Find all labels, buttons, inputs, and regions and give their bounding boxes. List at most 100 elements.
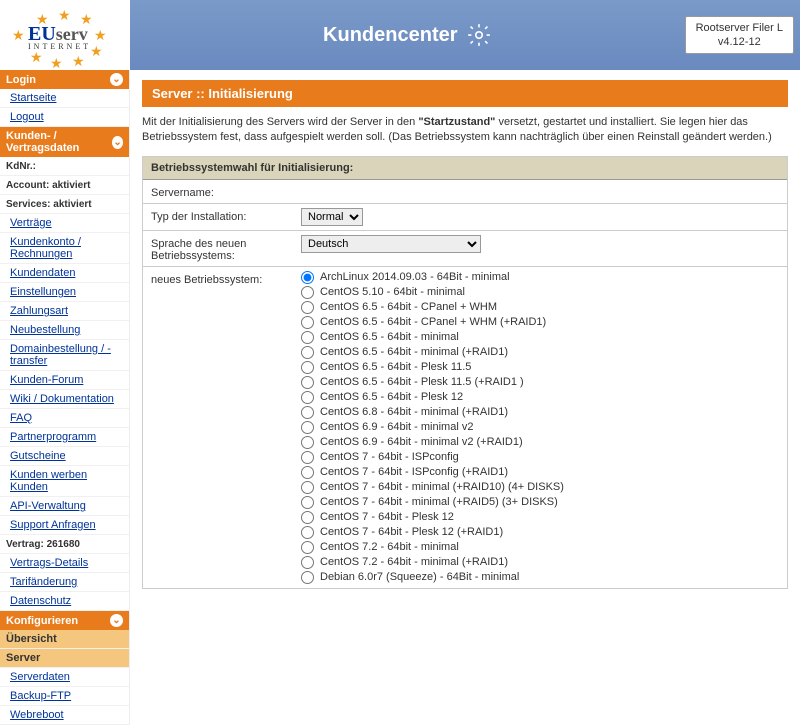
sidebar-active-item[interactable]: Server <box>0 649 129 668</box>
os-radio[interactable] <box>301 421 314 434</box>
os-radio[interactable] <box>301 556 314 569</box>
os-option[interactable]: CentOS 5.10 - 64bit - minimal <box>301 286 779 299</box>
os-radio[interactable] <box>301 286 314 299</box>
os-panel: Betriebssystemwahl für Initialisierung: … <box>142 156 788 589</box>
server-product: Rootserver Filer L <box>696 21 783 35</box>
row-os: neues Betriebssystem: ArchLinux 2014.09.… <box>143 267 787 588</box>
sidebar-link[interactable]: FAQ <box>0 409 129 428</box>
os-list: ArchLinux 2014.09.03 - 64Bit - minimal Ce… <box>301 271 779 584</box>
collapse-icon[interactable]: ⌄ <box>110 73 123 86</box>
intro-text: Mit der Initialisierung des Servers wird… <box>142 115 788 146</box>
os-radio[interactable] <box>301 301 314 314</box>
sidebar-link[interactable]: Gutscheine <box>0 447 129 466</box>
sidebar-section-header[interactable]: Kunden- / Vertragsdaten⌄ <box>0 127 129 157</box>
header-title-text: Kundencenter <box>323 24 457 47</box>
logo[interactable]: ★ ★ ★ ★ ★ ★ ★ ★ ★ EUserv INTERNET <box>0 0 130 70</box>
lang-select[interactable]: Deutsch <box>301 235 481 253</box>
sidebar-link[interactable]: Support Anfragen <box>0 516 129 535</box>
os-option[interactable]: CentOS 6.5 - 64bit - minimal <box>301 331 779 344</box>
os-radio[interactable] <box>301 496 314 509</box>
os-radio[interactable] <box>301 391 314 404</box>
os-option-label: CentOS 6.5 - 64bit - Plesk 11.5 <box>320 361 471 373</box>
os-option[interactable]: CentOS 6.5 - 64bit - CPanel + WHM <box>301 301 779 314</box>
os-option-label: CentOS 6.5 - 64bit - CPanel + WHM (+RAID… <box>320 316 546 328</box>
main-content: Server :: Initialisierung Mit der Initia… <box>130 70 800 725</box>
sidebar-link[interactable]: Kundenkonto / Rechnungen <box>0 233 129 264</box>
sidebar-section-header[interactable]: Konfigurieren⌄ <box>0 611 129 630</box>
os-radio[interactable] <box>301 541 314 554</box>
sidebar-link[interactable]: Logout <box>0 108 129 127</box>
os-option[interactable]: CentOS 7 - 64bit - ISPconfig (+RAID1) <box>301 466 779 479</box>
os-option[interactable]: CentOS 7.2 - 64bit - minimal (+RAID1) <box>301 556 779 569</box>
sidebar-active-item[interactable]: Übersicht <box>0 630 129 649</box>
os-option[interactable]: CentOS 6.5 - 64bit - minimal (+RAID1) <box>301 346 779 359</box>
os-radio[interactable] <box>301 466 314 479</box>
sidebar-link[interactable]: Serverdaten <box>0 668 129 687</box>
sidebar-link[interactable]: API-Verwaltung <box>0 497 129 516</box>
os-option[interactable]: CentOS 6.5 - 64bit - CPanel + WHM (+RAID… <box>301 316 779 329</box>
header-title: Kundencenter <box>130 22 685 48</box>
os-option[interactable]: CentOS 7 - 64bit - ISPconfig <box>301 451 779 464</box>
sidebar-link[interactable]: Einstellungen <box>0 283 129 302</box>
sidebar-link[interactable]: Neubestellung <box>0 321 129 340</box>
sidebar-info: KdNr.: <box>0 157 129 176</box>
header: ★ ★ ★ ★ ★ ★ ★ ★ ★ EUserv INTERNET Kunden… <box>0 0 800 70</box>
sidebar-info: Account: aktiviert <box>0 176 129 195</box>
os-radio[interactable] <box>301 376 314 389</box>
os-option-label: CentOS 6.5 - 64bit - minimal (+RAID1) <box>320 346 508 358</box>
os-radio[interactable] <box>301 271 314 284</box>
os-option[interactable]: CentOS 6.5 - 64bit - Plesk 12 <box>301 391 779 404</box>
sidebar-link[interactable]: Zahlungsart <box>0 302 129 321</box>
os-option-label: CentOS 7 - 64bit - minimal (+RAID5) (3+ … <box>320 496 558 508</box>
os-radio[interactable] <box>301 316 314 329</box>
collapse-icon[interactable]: ⌄ <box>110 614 123 627</box>
os-option-label: CentOS 6.5 - 64bit - CPanel + WHM <box>320 301 497 313</box>
os-option[interactable]: CentOS 7 - 64bit - minimal (+RAID5) (3+ … <box>301 496 779 509</box>
os-option-label: CentOS 6.8 - 64bit - minimal (+RAID1) <box>320 406 508 418</box>
os-radio[interactable] <box>301 406 314 419</box>
sidebar-link[interactable]: Kunden-Forum <box>0 371 129 390</box>
os-option[interactable]: CentOS 6.5 - 64bit - Plesk 11.5 (+RAID1 … <box>301 376 779 389</box>
os-option-label: CentOS 7.2 - 64bit - minimal <box>320 541 459 553</box>
os-option[interactable]: CentOS 7 - 64bit - Plesk 12 <box>301 511 779 524</box>
page-title: Server :: Initialisierung <box>142 80 788 107</box>
os-option[interactable]: ArchLinux 2014.09.03 - 64Bit - minimal <box>301 271 779 284</box>
os-option[interactable]: CentOS 6.9 - 64bit - minimal v2 <box>301 421 779 434</box>
sidebar-link[interactable]: Backup-FTP <box>0 687 129 706</box>
sidebar-link[interactable]: Datenschutz <box>0 592 129 611</box>
os-option[interactable]: CentOS 6.5 - 64bit - Plesk 11.5 <box>301 361 779 374</box>
sidebar-link[interactable]: Kunden werben Kunden <box>0 466 129 497</box>
sidebar-link[interactable]: Domainbestellung / -transfer <box>0 340 129 371</box>
sidebar-section-header[interactable]: Login⌄ <box>0 70 129 89</box>
sidebar: Login⌄StartseiteLogoutKunden- / Vertrags… <box>0 70 130 725</box>
os-radio[interactable] <box>301 571 314 584</box>
sidebar-link[interactable]: Webreboot <box>0 706 129 725</box>
os-radio[interactable] <box>301 361 314 374</box>
sidebar-link[interactable]: Kundendaten <box>0 264 129 283</box>
os-radio[interactable] <box>301 346 314 359</box>
os-radio[interactable] <box>301 481 314 494</box>
sidebar-link[interactable]: Vertrags-Details <box>0 554 129 573</box>
os-radio[interactable] <box>301 331 314 344</box>
os-option-label: CentOS 7 - 64bit - minimal (+RAID10) (4+… <box>320 481 564 493</box>
intro-pre: Mit der Initialisierung des Servers wird… <box>142 116 418 128</box>
logo-text-3: INTERNET <box>28 42 91 51</box>
os-option[interactable]: Debian 6.0r7 (Squeeze) - 64Bit - minimal <box>301 571 779 584</box>
os-radio[interactable] <box>301 511 314 524</box>
sidebar-link[interactable]: Partnerprogramm <box>0 428 129 447</box>
os-option[interactable]: CentOS 7 - 64bit - Plesk 12 (+RAID1) <box>301 526 779 539</box>
os-radio[interactable] <box>301 451 314 464</box>
collapse-icon[interactable]: ⌄ <box>112 136 123 149</box>
installtype-select[interactable]: Normal <box>301 208 363 226</box>
os-radio[interactable] <box>301 436 314 449</box>
os-radio[interactable] <box>301 526 314 539</box>
sidebar-link[interactable]: Verträge <box>0 214 129 233</box>
sidebar-link[interactable]: Startseite <box>0 89 129 108</box>
sidebar-info: Services: aktiviert <box>0 195 129 214</box>
row-servername: Servername: <box>143 180 787 204</box>
os-option[interactable]: CentOS 6.9 - 64bit - minimal v2 (+RAID1) <box>301 436 779 449</box>
os-option[interactable]: CentOS 7 - 64bit - minimal (+RAID10) (4+… <box>301 481 779 494</box>
sidebar-link[interactable]: Wiki / Dokumentation <box>0 390 129 409</box>
os-option[interactable]: CentOS 6.8 - 64bit - minimal (+RAID1) <box>301 406 779 419</box>
os-option[interactable]: CentOS 7.2 - 64bit - minimal <box>301 541 779 554</box>
